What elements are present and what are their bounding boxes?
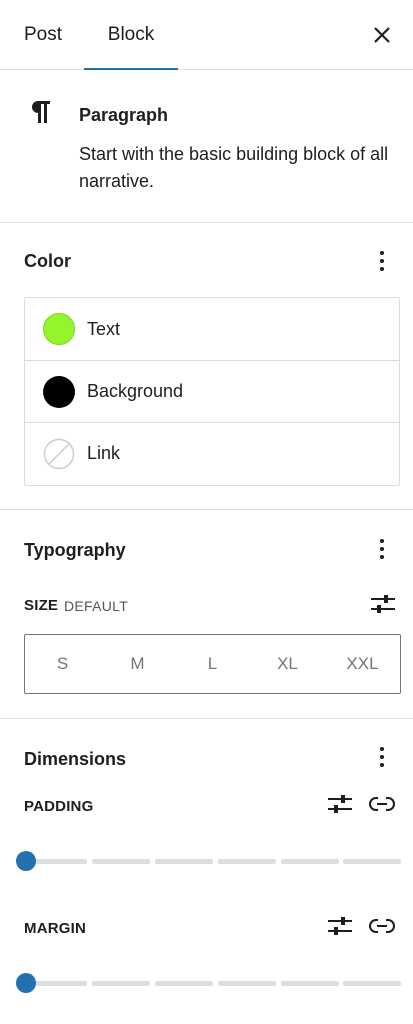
sidebar-tabs: Post Block bbox=[0, 0, 413, 70]
close-icon bbox=[374, 27, 390, 43]
more-vertical-icon bbox=[380, 747, 384, 751]
color-item-link[interactable]: Link bbox=[25, 422, 399, 484]
size-label: SIZE bbox=[24, 597, 59, 614]
link-sides-icon[interactable] bbox=[367, 789, 397, 819]
background-color-swatch bbox=[43, 375, 75, 408]
more-vertical-icon bbox=[380, 251, 384, 255]
close-button[interactable] bbox=[369, 22, 395, 48]
font-size-option[interactable]: XXL bbox=[325, 635, 400, 693]
dimensions-options-button[interactable] bbox=[373, 743, 391, 771]
block-card: Paragraph Start with the basic building … bbox=[0, 71, 413, 223]
color-panel-title: Color bbox=[24, 251, 71, 271]
active-tab-indicator bbox=[84, 68, 178, 70]
color-item-label: Link bbox=[87, 443, 121, 463]
more-vertical-icon bbox=[380, 539, 384, 543]
font-size-option[interactable]: M bbox=[100, 635, 175, 693]
color-item-label: Background bbox=[87, 381, 184, 401]
tab-post[interactable]: Post bbox=[24, 0, 62, 70]
font-size-option[interactable]: S bbox=[25, 635, 100, 693]
block-title: Paragraph bbox=[79, 105, 169, 125]
margin-label: MARGIN bbox=[24, 920, 87, 937]
padding-slider-thumb[interactable] bbox=[16, 851, 36, 871]
dimensions-panel-title: Dimensions bbox=[24, 749, 127, 769]
margin-slider[interactable] bbox=[16, 973, 404, 993]
font-size-option[interactable]: L bbox=[175, 635, 250, 693]
color-item-text[interactable]: Text bbox=[25, 298, 399, 360]
size-value: DEFAULT bbox=[64, 598, 129, 614]
color-item-background[interactable]: Background bbox=[25, 360, 399, 422]
margin-settings-icon[interactable] bbox=[326, 912, 354, 940]
padding-slider[interactable] bbox=[16, 851, 404, 871]
padding-label: PADDING bbox=[24, 798, 94, 815]
typography-options-button[interactable] bbox=[373, 535, 391, 563]
dimensions-panel: Dimensions PADDING MARGIN bbox=[0, 719, 413, 1024]
color-options-button[interactable] bbox=[373, 247, 391, 275]
link-sides-icon[interactable] bbox=[367, 911, 397, 941]
typography-panel: Typography SIZE DEFAULT S M L XL XXL bbox=[0, 510, 413, 719]
block-description: Start with the basic building block of a… bbox=[79, 144, 389, 191]
no-color-icon bbox=[43, 438, 75, 469]
color-list: Text Background Link bbox=[24, 297, 400, 486]
paragraph-icon bbox=[32, 101, 50, 123]
margin-slider-thumb[interactable] bbox=[16, 973, 36, 993]
font-size-option[interactable]: XL bbox=[250, 635, 325, 693]
color-item-label: Text bbox=[87, 318, 121, 339]
text-color-swatch bbox=[43, 313, 75, 345]
typography-panel-title: Typography bbox=[24, 540, 126, 560]
tab-block[interactable]: Block bbox=[84, 0, 178, 70]
font-size-picker: S M L XL XXL bbox=[24, 634, 401, 694]
padding-settings-icon[interactable] bbox=[326, 790, 354, 818]
color-panel: Color Text Background Link bbox=[0, 223, 413, 510]
custom-size-settings-icon[interactable] bbox=[369, 590, 397, 618]
